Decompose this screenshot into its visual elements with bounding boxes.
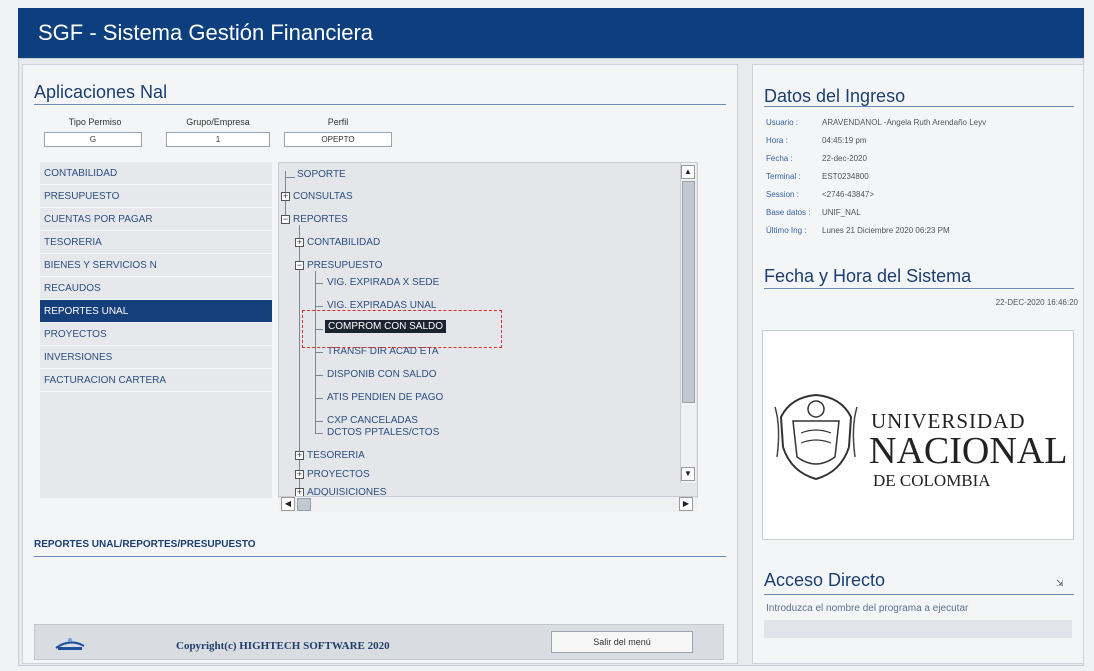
application-menu: CONTABILIDAD PRESUPUESTO CUENTAS POR PAG… [40, 162, 272, 498]
grupo-empresa-label: Grupo/Empresa [186, 117, 250, 127]
session-label: Session : [766, 190, 799, 199]
arrow-icon[interactable]: ⇲ [1056, 578, 1064, 589]
tree-line [285, 177, 295, 178]
expand-icon[interactable]: + [295, 238, 304, 247]
menu-item-inversiones[interactable]: INVERSIONES [40, 346, 272, 369]
fecha-label: Fecha : [766, 154, 793, 163]
info-row-fecha: Fecha : 22-dec-2020 [766, 154, 867, 163]
acceso-divider [764, 594, 1074, 595]
tree-node-contabilidad[interactable]: CONTABILIDAD [307, 237, 380, 248]
collapse-icon[interactable]: − [281, 215, 290, 224]
university-line-2: NACIONAL [869, 430, 1068, 472]
tree-line [315, 306, 323, 307]
tree-line [315, 433, 323, 434]
copyright-text: Copyright(c) HIGHTECH SOFTWARE 2020 [176, 640, 390, 652]
acceso-directo-hint: Introduzca el nombre del programa a ejec… [766, 603, 969, 614]
ultimo-ingreso-value: Lunes 21 Diciembre 2020 06:23 PM [822, 226, 950, 235]
ultimo-ingreso-label: Último Ing : [766, 226, 807, 235]
menu-item-reportes-unal[interactable]: REPORTES UNAL [40, 300, 272, 323]
system-datetime-title: Fecha y Hora del Sistema [764, 266, 972, 286]
tree-leaf-atis-pendien-pago[interactable]: ATIS PENDIEN DE PAGO [327, 392, 443, 403]
hora-value: 04:45:19 pm [822, 136, 867, 145]
path-divider [34, 556, 726, 557]
info-row-session: Session : <2746-43847> [766, 190, 874, 199]
menu-item-recaudos[interactable]: RECAUDOS [40, 277, 272, 300]
system-datetime-divider [764, 288, 1074, 289]
applications-divider [34, 104, 726, 105]
tree-line [315, 283, 323, 284]
scroll-up-icon[interactable]: ▲ [681, 165, 695, 179]
grupo-empresa-field[interactable]: 1 [166, 132, 270, 147]
collapse-icon[interactable]: − [295, 261, 304, 270]
hora-label: Hora : [766, 136, 788, 145]
menu-item-proyectos[interactable]: PROYECTOS [40, 323, 272, 346]
usuario-label: Usuario : [766, 118, 799, 127]
tree-leaf-disponib-con-saldo[interactable]: DISPONIB CON SALDO [327, 369, 436, 380]
tree-horizontal-scrollbar[interactable]: ◀ ▶ [279, 496, 697, 512]
scroll-left-icon[interactable]: ◀ [281, 497, 295, 511]
applications-title: Aplicaciones Nal [34, 82, 168, 102]
menu-item-contabilidad[interactable]: CONTABILIDAD [40, 162, 272, 185]
info-row-terminal: Terminal : EST0234800 [766, 172, 869, 181]
scroll-thumb[interactable] [682, 181, 695, 403]
tree-leaf-vig-expirada-sede[interactable]: VIG. EXPIRADA X SEDE [327, 277, 439, 288]
university-line-3: DE COLOMBIA [873, 471, 991, 490]
tree-line [315, 421, 323, 422]
tipo-permiso-label: Tipo Permiso [68, 117, 122, 127]
info-row-ultimo-ingreso: Último Ing : Lunes 21 Diciembre 2020 06:2… [766, 226, 950, 235]
scroll-right-icon[interactable]: ▶ [679, 497, 693, 511]
tree-node-proyectos[interactable]: PROYECTOS [307, 469, 370, 480]
hightech-logo-icon [55, 638, 85, 650]
university-seal-icon [774, 393, 858, 481]
scroll-thumb[interactable] [297, 498, 311, 511]
menu-item-cuentas-por-pagar[interactable]: CUENTAS POR PAGAR [40, 208, 272, 231]
current-path: REPORTES UNAL/REPORTES/PRESUPUESTO [34, 539, 256, 550]
scroll-down-icon[interactable]: ▼ [681, 467, 695, 481]
terminal-label: Terminal : [766, 172, 801, 181]
info-row-usuario: Usuario : ARAVENDANOL -Angela Ruth Arenda… [766, 118, 986, 127]
tree-node-presupuesto[interactable]: PRESUPUESTO [307, 260, 382, 271]
base-datos-label: Base datos : [766, 208, 811, 217]
menu-item-presupuesto[interactable]: PRESUPUESTO [40, 185, 272, 208]
ingreso-divider [764, 106, 1074, 107]
tree-leaf-cxp-canceladas[interactable]: CXP CANCELADAS [327, 415, 418, 426]
tree-node-soporte[interactable]: SOPORTE [297, 169, 346, 180]
ingreso-title: Datos del Ingreso [764, 86, 906, 106]
tree-vertical-scrollbar[interactable]: ▲ ▼ [680, 163, 696, 483]
expand-icon[interactable]: + [295, 470, 304, 479]
tree-node-reportes[interactable]: REPORTES [293, 214, 348, 225]
info-row-hora: Hora : 04:45:19 pm [766, 136, 866, 145]
system-datetime: 22-DEC-2020 16:46:20 [995, 298, 1078, 307]
tree-line [315, 398, 323, 399]
tree-node-tesoreria[interactable]: TESORERIA [307, 450, 365, 461]
selection-annotation [302, 310, 502, 348]
menu-item-bienes-servicios[interactable]: BIENES Y SERVICIOS N [40, 254, 272, 277]
expand-icon[interactable]: + [281, 192, 290, 201]
menu-item-facturacion-cartera[interactable]: FACTURACION CARTERA [40, 369, 272, 392]
tipo-permiso-field[interactable]: G [44, 132, 142, 147]
usuario-value: ARAVENDANOL -Angela Ruth Arendaño Leyv [822, 118, 987, 127]
tree-line [315, 352, 323, 353]
tree-line [315, 375, 323, 376]
tree-node-consultas[interactable]: CONSULTAS [293, 191, 353, 202]
terminal-value: EST0234800 [822, 172, 869, 181]
menu-item-tesoreria[interactable]: TESORERIA [40, 231, 272, 254]
app-title: SGF - Sistema Gestión Financiera [38, 20, 374, 45]
perfil-label: Perfil [327, 117, 349, 127]
info-row-base-datos: Base datos : UNIF_NAL [766, 208, 861, 217]
base-datos-value: UNIF_NAL [822, 208, 861, 217]
expand-icon[interactable]: + [295, 451, 304, 460]
program-search-input[interactable] [764, 620, 1072, 638]
session-value: <2746-43847> [822, 190, 875, 199]
university-logo-box: UNIVERSIDAD NACIONAL DE COLOMBIA [762, 330, 1074, 540]
fecha-value: 22-dec-2020 [822, 154, 867, 163]
acceso-directo-title: Acceso Directo [764, 570, 886, 590]
perfil-field[interactable]: OPEPTO [284, 132, 392, 147]
exit-menu-button[interactable]: Salir del menú [551, 631, 693, 653]
tree-leaf-dctos-pptales[interactable]: DCTOS PPTALES/CTOS [327, 427, 439, 438]
app-title-bar: SGF - Sistema Gestión Financiera [18, 8, 1084, 58]
